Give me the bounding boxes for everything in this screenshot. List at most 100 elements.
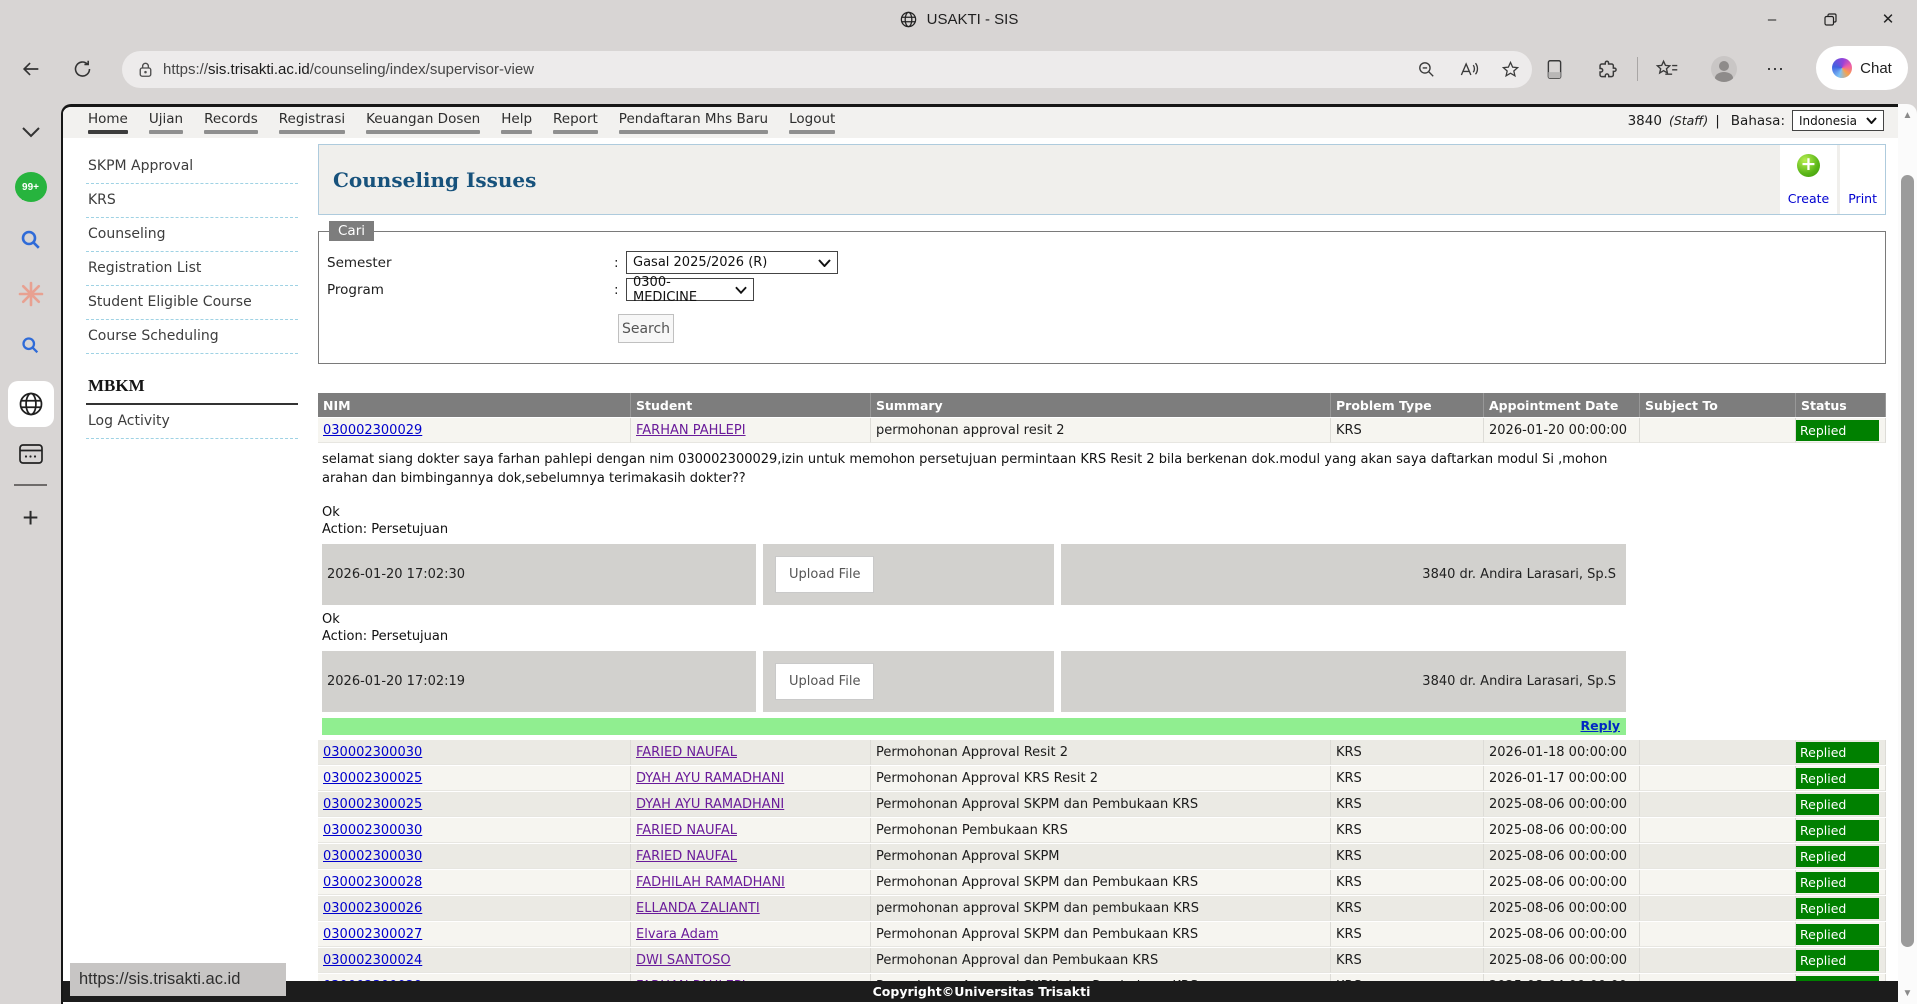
chevron-down-icon [1866,117,1877,124]
subject-to-cell [1640,844,1796,869]
scroll-down-icon[interactable]: ▼ [1898,988,1917,999]
sparkle-asterisk-icon[interactable] [0,281,61,307]
student-link[interactable]: Elvara Adam [636,927,718,942]
column-header-student: Student [631,393,871,417]
top-nav-item-pendaftaran-mhs-baru[interactable]: Pendaftaran Mhs Baru [619,111,768,134]
appointment-date-cell: 2026-01-20 00:00:00 [1484,418,1640,443]
zoom-out-icon[interactable] [1417,60,1436,79]
search-rail-icon[interactable] [0,228,61,252]
nim-link[interactable]: 030002300025 [323,771,422,786]
print-button[interactable]: Print [1840,145,1885,214]
top-nav-item-registrasi[interactable]: Registrasi [279,111,345,134]
student-link[interactable]: DWI SANTOSO [636,953,731,968]
add-rail-item-icon[interactable]: + [0,502,61,534]
lock-icon [138,61,153,78]
nim-link[interactable]: 030002300027 [323,927,422,942]
workspaces-icon[interactable] [0,442,61,466]
top-nav-item-records[interactable]: Records [204,111,258,134]
appointment-date-cell: 2025-08-06 00:00:00 [1484,818,1640,843]
nim-link[interactable]: 030002300024 [323,953,422,968]
scroll-up-icon[interactable]: ▲ [1898,110,1917,121]
status-cell: Replied [1796,948,1886,973]
top-nav-item-home[interactable]: Home [88,111,128,134]
top-nav-item-report[interactable]: Report [553,111,598,134]
active-site-globe-icon[interactable] [0,381,61,427]
student-link[interactable]: DYAH AYU RAMADHANI [636,797,784,812]
nim-link[interactable]: 030002300030 [323,849,422,864]
vertical-scrollbar[interactable]: ▲ ▼ [1898,104,1917,1004]
appointment-date-cell: 2025-08-06 00:00:00 [1484,792,1640,817]
search-rail-icon-2[interactable] [0,335,61,356]
profile-avatar[interactable] [1711,38,1737,100]
active-tab[interactable]: USAKTI - SIS [0,0,1917,38]
student-link[interactable]: FARIED NAUFAL [636,849,737,864]
subject-to-cell [1640,792,1796,817]
nav-item-label: Keuangan Dosen [366,111,480,127]
program-select[interactable]: 0300-MEDICINE [626,278,754,301]
student-cell: DYAH AYU RAMADHANI [631,766,871,791]
more-options-icon[interactable]: ⋯ [1766,38,1784,100]
language-select[interactable]: Indonesia [1792,110,1884,131]
site-top-nav: Home Ujian Records Registrasi Keuangan Dosen… [63,107,1898,138]
favorite-star-icon[interactable] [1501,60,1520,79]
search-button[interactable]: Search [618,314,674,343]
nim-link[interactable]: 030002300030 [323,823,422,838]
top-nav-item-keuangan-dosen[interactable]: Keuangan Dosen [366,111,480,134]
nim-link[interactable]: 030002300030 [323,745,422,760]
messenger-badge-icon[interactable]: 99+ [0,172,61,202]
sidebar-item-krs[interactable]: KRS [86,184,298,218]
favorites-bar-icon[interactable] [1655,38,1679,100]
subject-to-cell [1640,948,1796,973]
minimize-button[interactable]: – [1743,0,1801,38]
staff-id: 3840 [1628,113,1662,129]
reply-bar: Reply [322,718,1626,735]
student-cell: FADHILAH RAMADHANI [631,870,871,895]
student-link[interactable]: FARHAN PAHLEPI [636,423,746,438]
upload-file-button[interactable]: Upload File [775,663,874,700]
table-row: 030002300028FADHILAH RAMADHANIPermohonan… [318,870,1886,895]
extensions-icon[interactable] [1595,38,1617,100]
nim-link[interactable]: 030002300026 [323,901,422,916]
summary-cell: Permohonan Approval SKPM [871,844,1331,869]
summary-cell: Permohonan Approval KRS Resit 2 [871,766,1331,791]
refresh-icon[interactable] [72,59,93,80]
student-link[interactable]: FARIED NAUFAL [636,745,737,760]
close-button[interactable]: ✕ [1859,0,1917,38]
sidebar-item-student-eligible-course[interactable]: Student Eligible Course [86,286,298,320]
reply-link[interactable]: Reply [1581,718,1620,733]
student-link[interactable]: DYAH AYU RAMADHANI [636,771,784,786]
page-header-panel: Counseling Issues + Create Print [318,144,1886,215]
read-aloud-icon[interactable] [1458,60,1479,79]
status-badge: Replied [1796,872,1879,893]
sidebar-item-course-scheduling[interactable]: Course Scheduling [86,320,298,354]
nim-link[interactable]: 030002300025 [323,797,422,812]
staff-role: (Staff) [1669,113,1708,128]
nim-link[interactable]: 030002300029 [323,423,422,438]
semester-select[interactable]: Gasal 2025/2026 (R) [626,251,838,274]
top-nav-item-logout[interactable]: Logout [789,111,835,134]
top-nav-item-ujian[interactable]: Ujian [149,111,183,134]
reading-list-icon[interactable] [1545,38,1564,100]
nim-cell: 030002300030 [318,844,631,869]
back-icon[interactable] [20,58,42,80]
copilot-chat-button[interactable]: Chat [1816,46,1908,90]
collapse-chevron-icon[interactable] [0,126,61,138]
webpage: Home Ujian Records Registrasi Keuangan Dosen… [61,104,1898,1004]
top-nav-item-help[interactable]: Help [501,111,532,134]
student-link[interactable]: FADHILAH RAMADHANI [636,875,785,890]
student-link[interactable]: ELLANDA ZALIANTI [636,901,760,916]
sidebar-item-skpm-approval[interactable]: SKPM Approval [86,150,298,184]
create-button[interactable]: + Create [1780,145,1838,214]
problem-type-cell: KRS [1331,418,1484,443]
scrollbar-thumb[interactable] [1901,175,1914,947]
browser-titlebar: USAKTI - SIS – ✕ [0,0,1917,38]
student-link[interactable]: FARIED NAUFAL [636,823,737,838]
sidebar-item-registration-list[interactable]: Registration List [86,252,298,286]
nim-link[interactable]: 030002300028 [323,875,422,890]
address-bar[interactable]: https://sis.trisakti.ac.id/counseling/in… [122,51,1532,88]
sidebar-item-log-activity[interactable]: Log Activity [86,405,298,439]
sidebar-item-counseling[interactable]: Counseling [86,218,298,252]
status-cell: Replied [1796,870,1886,895]
restore-button[interactable] [1801,0,1859,38]
upload-file-button[interactable]: Upload File [775,556,874,593]
